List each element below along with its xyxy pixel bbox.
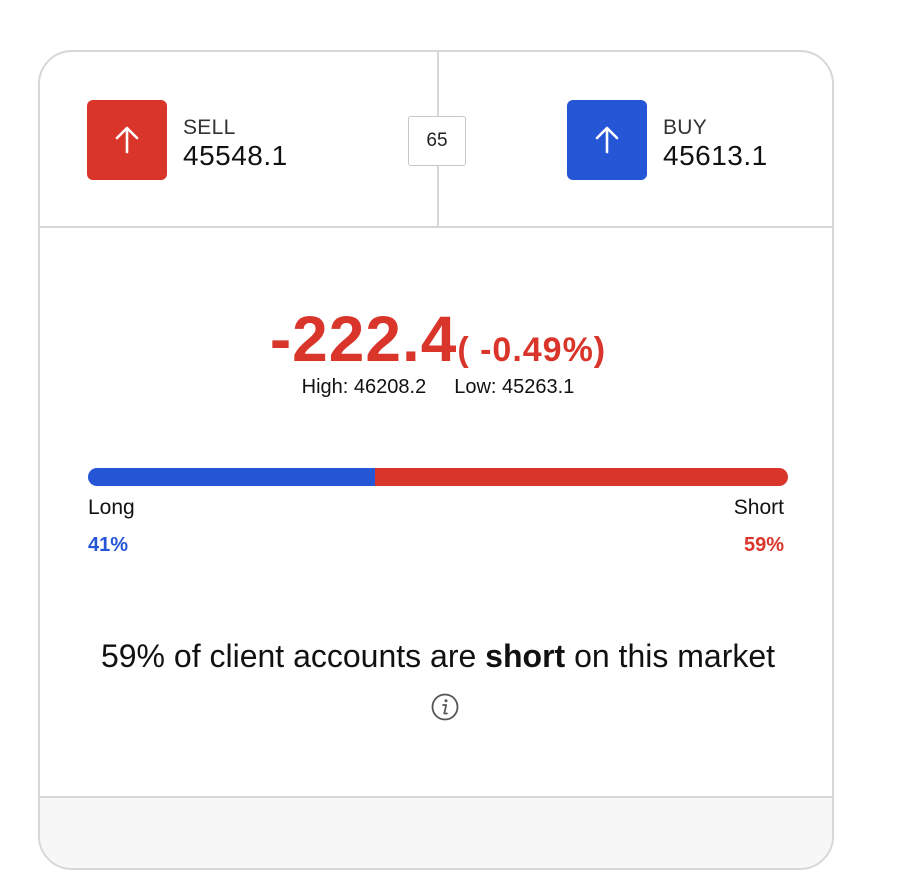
long-bar-fill <box>88 468 375 486</box>
buy-price: 45613.1 <box>663 140 768 171</box>
price-change: -222.4( -0.49%) <box>40 302 832 376</box>
long-percent: 41% <box>88 534 129 556</box>
sentiment-summary: 59% of client accounts are short on this… <box>100 630 776 734</box>
market-card: SELL 45548.1 65 BUY 45613.1 -222.4( -0.4… <box>38 50 834 870</box>
next-section <box>40 798 832 868</box>
high-low-row: High: 46208.2 Low: 45263.1 <box>40 376 832 399</box>
sentiment-bar <box>88 468 788 486</box>
arrow-up-icon <box>115 126 139 154</box>
info-icon[interactable] <box>430 692 460 722</box>
summary-emphasis: short <box>485 638 566 674</box>
summary-suffix: on this market <box>565 638 776 674</box>
change-percent: ( -0.49%) <box>457 331 607 369</box>
short-label: Short <box>733 496 784 519</box>
buy-label: BUY <box>663 116 708 139</box>
summary-prefix: 59% of client accounts are <box>100 638 486 674</box>
long-label: Long <box>88 496 135 519</box>
short-bar-fill <box>375 468 788 486</box>
arrow-up-icon <box>595 126 619 154</box>
short-percent: 59% <box>743 534 784 556</box>
buy-button[interactable] <box>567 100 647 180</box>
change-value: -222.4 <box>269 303 458 375</box>
sell-button[interactable] <box>87 100 167 180</box>
sell-label: SELL <box>183 116 236 139</box>
sell-price: 45548.1 <box>183 140 288 171</box>
high-value: High: 46208.2 <box>301 376 427 398</box>
low-value: Low: 45263.1 <box>454 376 575 398</box>
deal-row: SELL 45548.1 65 BUY 45613.1 <box>40 52 832 228</box>
spread-badge: 65 <box>408 116 466 166</box>
